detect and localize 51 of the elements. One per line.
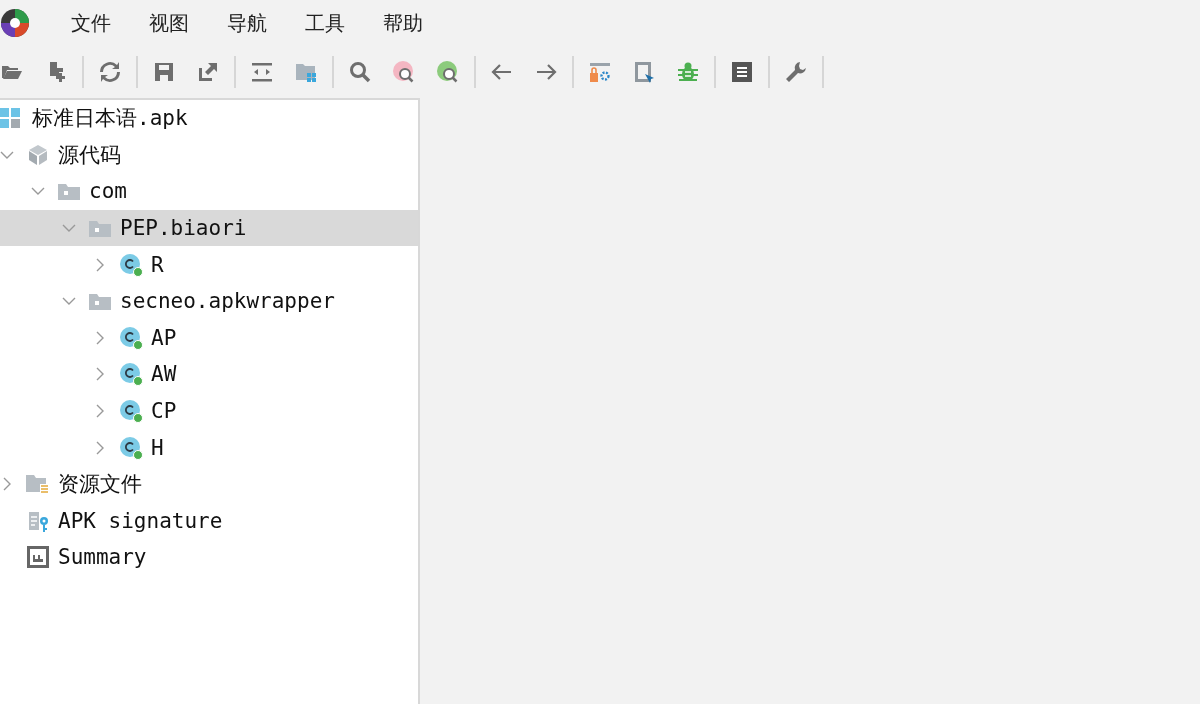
tree-item[interactable]: 资源文件 bbox=[0, 465, 418, 503]
lock-gear-icon[interactable] bbox=[588, 60, 612, 84]
tree-item[interactable]: AP bbox=[0, 319, 418, 357]
export-icon[interactable] bbox=[196, 60, 220, 84]
tree-label: AW bbox=[151, 362, 177, 387]
tree-item[interactable]: 标准日本语.apk bbox=[0, 100, 418, 137]
menu-item[interactable]: 视图 bbox=[134, 9, 204, 37]
collapse-icon[interactable] bbox=[250, 60, 274, 84]
tree-item[interactable]: CP bbox=[0, 392, 418, 430]
tree-label: com bbox=[89, 179, 127, 204]
tree-item[interactable]: com bbox=[0, 173, 418, 210]
bug-icon[interactable] bbox=[676, 60, 700, 84]
tree-label: secneo.apkwrapper bbox=[120, 289, 335, 314]
tree-label: H bbox=[151, 435, 164, 460]
tree-label: Summary bbox=[58, 545, 147, 570]
tree-label: APK signature bbox=[58, 508, 223, 533]
class-icon bbox=[119, 399, 143, 424]
tree-item[interactable]: H bbox=[0, 429, 418, 466]
menu-item[interactable]: 文件 bbox=[56, 9, 126, 37]
tree-item[interactable]: APK signature bbox=[0, 502, 418, 540]
class-icon bbox=[119, 362, 143, 387]
menu-item[interactable]: 帮助 bbox=[368, 9, 438, 37]
tree-label: 源代码 bbox=[58, 141, 121, 169]
device-cursor-icon[interactable] bbox=[632, 60, 656, 84]
tree-item[interactable]: PEP.biaori bbox=[0, 209, 418, 247]
tree-item[interactable]: R bbox=[0, 246, 418, 283]
cube-icon bbox=[26, 142, 50, 167]
circle-search-icon[interactable] bbox=[436, 60, 460, 84]
menu-item[interactable]: 导航 bbox=[212, 9, 282, 37]
tree-label: 资源文件 bbox=[58, 471, 142, 499]
search-icon[interactable] bbox=[348, 60, 372, 84]
save-icon[interactable] bbox=[152, 60, 176, 84]
circle-search-icon[interactable] bbox=[392, 60, 416, 84]
refresh-icon[interactable] bbox=[98, 60, 122, 84]
tree-label: CP bbox=[151, 399, 177, 424]
log-icon[interactable] bbox=[730, 60, 754, 84]
tree-item[interactable]: secneo.apkwrapper bbox=[0, 282, 418, 320]
tree-label: AP bbox=[151, 325, 177, 350]
tree-label: PEP.biaori bbox=[120, 216, 247, 241]
tree-item[interactable]: AW bbox=[0, 356, 418, 393]
tree-item[interactable]: Summary bbox=[0, 539, 418, 576]
tree-label: 标准日本语.apk bbox=[32, 105, 188, 133]
tree-item[interactable]: 源代码 bbox=[0, 136, 418, 174]
class-icon bbox=[119, 252, 143, 277]
class-icon bbox=[119, 435, 143, 460]
summary-icon bbox=[26, 545, 50, 570]
wrench-icon[interactable] bbox=[784, 60, 808, 84]
class-icon bbox=[119, 325, 143, 350]
app-logo-icon bbox=[0, 8, 30, 38]
menu-item[interactable]: 工具 bbox=[290, 9, 360, 37]
tree-label: R bbox=[151, 252, 164, 277]
